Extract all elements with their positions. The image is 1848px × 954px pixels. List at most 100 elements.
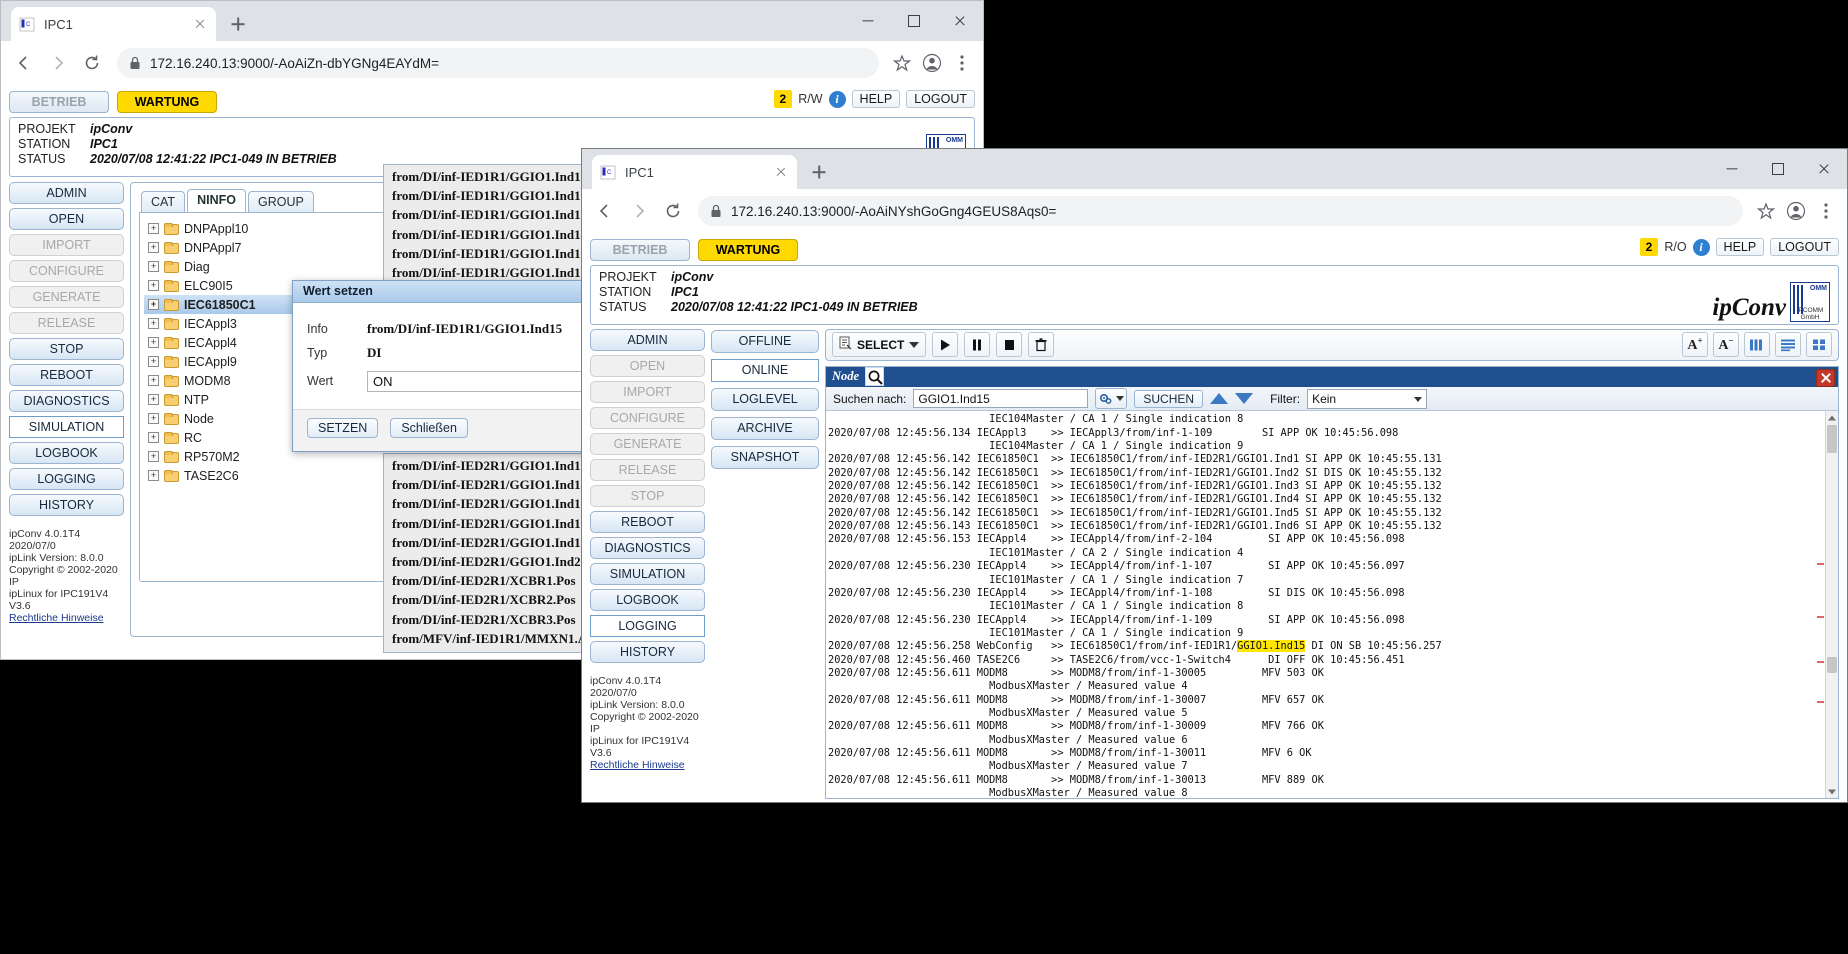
log-output[interactable]: IEC104Master / CA 1 / Single indication … (826, 411, 1838, 798)
logmode-offline-button[interactable]: OFFLINE (711, 330, 819, 353)
maximize-icon[interactable] (891, 1, 937, 41)
browser-menu-icon[interactable] (1813, 196, 1839, 226)
new-tab-button[interactable] (229, 15, 247, 33)
grid-view-icon[interactable] (1806, 332, 1832, 358)
browser-tab-2[interactable]: C IPC1 (592, 155, 797, 189)
expand-icon[interactable]: + (148, 318, 159, 329)
profile-avatar-icon[interactable] (1783, 196, 1809, 226)
tab-group[interactable]: GROUP (247, 191, 314, 212)
expand-icon[interactable]: + (148, 242, 159, 253)
sidebar-item-logging[interactable]: LOGGING (590, 615, 705, 637)
logmode-loglevel-button[interactable]: LOGLEVEL (711, 388, 819, 411)
log-scrollbar[interactable] (1825, 411, 1838, 798)
browser-menu-icon[interactable] (949, 48, 975, 78)
back-icon[interactable] (590, 196, 620, 226)
expand-icon[interactable]: + (148, 432, 159, 443)
expand-icon[interactable]: + (148, 261, 159, 272)
search-input[interactable]: GGIO1.Ind15 (913, 389, 1089, 409)
setzen-button[interactable]: SETZEN (307, 418, 379, 438)
expand-icon[interactable]: + (148, 299, 159, 310)
sidebar-item-open[interactable]: OPEN (9, 208, 124, 230)
address-bar-1[interactable]: 172.16.240.13:9000/-AoAiZn-dbYGNg4EAYdM= (117, 48, 879, 78)
play-icon[interactable] (932, 332, 959, 358)
close-icon[interactable] (192, 16, 208, 32)
sidebar-item-diagnostics[interactable]: DIAGNOSTICS (9, 390, 124, 412)
browser-tab-1[interactable]: C IPC1 (11, 7, 216, 41)
sidebar-item-diagnostics[interactable]: DIAGNOSTICS (590, 537, 705, 559)
settings-gear-icon[interactable] (1095, 388, 1128, 410)
profile-avatar-icon[interactable] (919, 48, 945, 78)
forward-icon[interactable] (624, 196, 654, 226)
mode-wartung-button[interactable]: WARTUNG (117, 91, 217, 113)
new-tab-button[interactable] (810, 163, 828, 181)
select-dropdown-button[interactable]: SELECT (832, 332, 927, 358)
close-window-icon[interactable] (937, 1, 983, 41)
sidebar-item-reboot[interactable]: REBOOT (9, 364, 124, 386)
triangle-down-icon[interactable] (1235, 393, 1254, 405)
sidebar-item-logging[interactable]: LOGGING (9, 468, 124, 490)
scroll-down-icon[interactable] (1826, 785, 1838, 798)
sidebar-item-simulation[interactable]: SIMULATION (590, 563, 705, 585)
sidebar-item-admin[interactable]: ADMIN (9, 182, 124, 204)
sidebar-item-history[interactable]: HISTORY (590, 641, 705, 663)
sidebar-item-admin[interactable]: ADMIN (590, 329, 705, 351)
logmode-archive-button[interactable]: ARCHIVE (711, 417, 819, 440)
sidebar-item-history[interactable]: HISTORY (9, 494, 124, 516)
triangle-up-icon[interactable] (1210, 393, 1229, 405)
sidebar-item-logbook[interactable]: LOGBOOK (590, 589, 705, 611)
forward-icon[interactable] (43, 48, 73, 78)
sidebar-item-logbook[interactable]: LOGBOOK (9, 442, 124, 464)
expand-icon[interactable]: + (148, 470, 159, 481)
bookmark-star-icon[interactable] (1753, 196, 1779, 226)
logout-button[interactable]: LOGOUT (1770, 238, 1839, 256)
logout-button[interactable]: LOGOUT (906, 90, 975, 108)
expand-icon[interactable]: + (148, 394, 159, 405)
sidebar-item-simulation[interactable]: SIMULATION (9, 416, 124, 438)
bookmark-star-icon[interactable] (889, 48, 915, 78)
sidebar-item-reboot[interactable]: REBOOT (590, 511, 705, 533)
close-icon[interactable] (773, 164, 789, 180)
scrollbar-thumb-2[interactable] (1827, 657, 1837, 674)
reload-icon[interactable] (77, 48, 107, 78)
expand-icon[interactable]: + (148, 451, 159, 462)
expand-icon[interactable]: + (148, 337, 159, 348)
back-icon[interactable] (9, 48, 39, 78)
font-decrease-icon[interactable]: A− (1713, 332, 1739, 358)
alarm-count-badge[interactable]: 2 (1639, 238, 1659, 256)
help-button[interactable]: HELP (1715, 238, 1765, 256)
help-button[interactable]: HELP (851, 90, 901, 108)
expand-icon[interactable]: + (148, 375, 159, 386)
logmode-snapshot-button[interactable]: SNAPSHOT (711, 446, 819, 469)
filter-select[interactable]: Kein (1307, 388, 1428, 409)
font-increase-icon[interactable]: A+ (1682, 332, 1708, 358)
tab-ninfo[interactable]: NINFO (187, 189, 246, 212)
list-view-icon[interactable] (1775, 332, 1801, 358)
close-window-icon[interactable] (1801, 149, 1847, 189)
tab-cat[interactable]: CAT (141, 191, 186, 212)
wert-input[interactable]: ON (367, 370, 607, 392)
close-icon[interactable] (1816, 368, 1835, 387)
minimize-icon[interactable] (845, 1, 891, 41)
mode-betrieb-button[interactable]: BETRIEB (590, 239, 690, 261)
magnifier-icon[interactable] (865, 367, 885, 387)
mode-betrieb-button[interactable]: BETRIEB (9, 91, 109, 113)
expand-icon[interactable]: + (148, 356, 159, 367)
suchen-button[interactable]: SUCHEN (1134, 389, 1204, 408)
logmode-online-button[interactable]: ONLINE (711, 359, 819, 382)
sidebar-item-stop[interactable]: STOP (9, 338, 124, 360)
expand-icon[interactable]: + (148, 223, 159, 234)
mode-wartung-button[interactable]: WARTUNG (698, 239, 798, 261)
maximize-icon[interactable] (1755, 149, 1801, 189)
alarm-count-badge[interactable]: 2 (773, 90, 793, 108)
expand-icon[interactable]: + (148, 280, 159, 291)
scrollbar-thumb[interactable] (1827, 425, 1837, 454)
trash-icon[interactable] (1028, 332, 1055, 358)
legal-notice-link[interactable]: Rechtliche Hinweise (590, 759, 685, 771)
schliessen-button[interactable]: Schließen (390, 418, 468, 438)
scroll-up-icon[interactable] (1826, 411, 1838, 424)
stop-icon[interactable] (996, 332, 1023, 358)
reload-icon[interactable] (658, 196, 688, 226)
info-icon[interactable]: i (1692, 238, 1710, 256)
address-bar-2[interactable]: 172.16.240.13:9000/-AoAiNYshGoGng4GEUS8A… (698, 196, 1743, 226)
columns-view-icon[interactable] (1744, 332, 1770, 358)
